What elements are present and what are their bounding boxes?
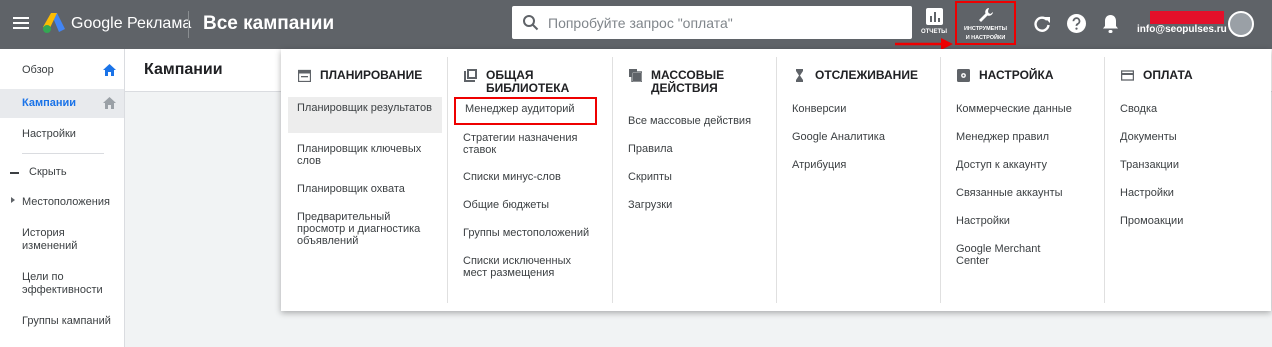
search-box[interactable] bbox=[512, 6, 912, 39]
sidebar-item-label: История изменений bbox=[22, 227, 78, 252]
menu-item-placement-exclusion-lists[interactable]: Списки исключенных мест размещения bbox=[454, 253, 594, 281]
account-email[interactable]: info@seopulses.ru bbox=[1137, 24, 1227, 35]
brand-name: Google Реклама bbox=[71, 15, 192, 32]
bar-chart-icon bbox=[925, 8, 943, 25]
sidebar-item-performance-goals[interactable]: Цели по эффективности bbox=[0, 271, 104, 297]
menu-item-transactions[interactable]: Транзакции bbox=[1111, 157, 1265, 173]
menu-item-reach-planner[interactable]: Планировщик охвата bbox=[288, 181, 442, 197]
menu-column-shared-library: ОБЩАЯ БИБЛИОТЕКА Менеджер аудиторий Стра… bbox=[447, 49, 611, 311]
sidebar-item-label: Местоположения bbox=[22, 196, 110, 208]
sidebar-item-locations[interactable]: Местоположения bbox=[0, 196, 124, 209]
bell-icon[interactable] bbox=[1102, 14, 1119, 34]
sidebar-item-campaigns[interactable]: Кампании bbox=[0, 89, 124, 118]
settings-box-icon bbox=[957, 69, 970, 82]
library-icon bbox=[464, 69, 477, 82]
menu-item-all-bulk-actions[interactable]: Все массовые действия bbox=[619, 113, 773, 129]
sidebar-item-label: Кампании bbox=[22, 97, 77, 109]
redacted-name bbox=[1150, 11, 1224, 24]
menu-item-keyword-planner[interactable]: Планировщик ключевых слов bbox=[288, 141, 442, 169]
divider bbox=[22, 153, 104, 154]
menu-item-conversions[interactable]: Конверсии bbox=[783, 101, 937, 117]
menu-column-bulk-actions: МАССОВЫЕ ДЕЙСТВИЯ Все массовые действия … bbox=[612, 49, 776, 311]
home-icon[interactable] bbox=[103, 97, 116, 109]
google-ads-logo[interactable] bbox=[42, 12, 66, 34]
sidebar-item-label: Цели по эффективности bbox=[22, 271, 103, 296]
menu-item-setup-settings[interactable]: Настройки bbox=[947, 213, 1101, 229]
menu-item-uploads[interactable]: Загрузки bbox=[619, 197, 773, 213]
menu-item-google-analytics[interactable]: Google Аналитика bbox=[783, 129, 937, 145]
menu-item-ad-preview[interactable]: Предварительный просмотр и диагностика о… bbox=[288, 209, 442, 249]
menu-item-business-data[interactable]: Коммерческие данные bbox=[947, 101, 1101, 117]
home-icon[interactable] bbox=[103, 64, 116, 76]
menu-item-summary[interactable]: Сводка bbox=[1111, 101, 1265, 117]
search-icon bbox=[523, 15, 539, 31]
sidebar-item-change-history[interactable]: История изменений bbox=[0, 227, 100, 253]
credit-card-icon bbox=[1121, 70, 1134, 81]
sidebar-item-hide[interactable]: Скрыть bbox=[0, 166, 124, 179]
wrench-icon bbox=[978, 8, 993, 22]
menu-icon[interactable] bbox=[13, 17, 29, 29]
menu-column-setup: НАСТРОЙКА Коммерческие данные Менеджер п… bbox=[940, 49, 1104, 311]
menu-column-billing: ОПЛАТА Сводка Документы Транзакции Настр… bbox=[1104, 49, 1268, 311]
menu-item-rules[interactable]: Правила bbox=[619, 141, 773, 157]
tools-label-line2: И НАСТРОЙКИ bbox=[965, 35, 1006, 41]
menu-item-promotions[interactable]: Промоакции bbox=[1111, 213, 1265, 229]
menu-item-billing-settings[interactable]: Настройки bbox=[1111, 185, 1265, 201]
sidebar-item-label: Настройки bbox=[22, 128, 76, 140]
sidebar-item-label: Группы кампаний bbox=[22, 315, 111, 327]
sidebar-item-overview[interactable]: Обзор bbox=[0, 64, 124, 77]
page-title: Кампании bbox=[144, 61, 223, 78]
menu-item-linked-accounts[interactable]: Связанные аккаунты bbox=[947, 185, 1101, 201]
search-input[interactable] bbox=[548, 6, 904, 39]
avatar[interactable] bbox=[1228, 11, 1254, 37]
sidebar-item-label: Скрыть bbox=[29, 166, 67, 178]
menu-column-tracking: ОТСЛЕЖИВАНИЕ Конверсии Google Аналитика … bbox=[776, 49, 940, 311]
menu-item-rule-manager[interactable]: Менеджер правил bbox=[947, 129, 1101, 145]
top-bar: Google Реклама Все кампании ОТЧЕТЫ ИНСТР… bbox=[0, 0, 1272, 49]
menu-item-attribution[interactable]: Атрибуция bbox=[783, 157, 937, 173]
sidebar-item-label: Обзор bbox=[22, 64, 54, 76]
hourglass-icon bbox=[796, 69, 803, 82]
tools-settings-button[interactable]: ИНСТРУМЕНТЫ И НАСТРОЙКИ bbox=[955, 1, 1016, 45]
divider bbox=[188, 11, 189, 38]
menu-item-scripts[interactable]: Скрипты bbox=[619, 169, 773, 185]
tools-label-line1: ИНСТРУМЕНТЫ bbox=[963, 26, 1008, 32]
menu-item-audience-manager[interactable]: Менеджер аудиторий bbox=[454, 97, 597, 125]
menu-column-planning: ПЛАНИРОВАНИЕ Планировщик результатов Пла… bbox=[281, 49, 445, 311]
menu-item-account-access[interactable]: Доступ к аккаунту bbox=[947, 157, 1101, 173]
menu-item-merchant-center[interactable]: Google Merchant Center bbox=[947, 241, 1067, 269]
help-icon[interactable] bbox=[1067, 14, 1086, 33]
menu-item-location-groups[interactable]: Группы местоположений bbox=[454, 225, 608, 241]
menu-item-bid-strategies[interactable]: Стратегии назначения ставок bbox=[454, 130, 608, 158]
copy-icon bbox=[629, 69, 642, 82]
tools-dropdown-menu: ПЛАНИРОВАНИЕ Планировщик результатов Пла… bbox=[281, 49, 1271, 311]
calendar-icon bbox=[298, 69, 311, 82]
refresh-icon[interactable] bbox=[1033, 15, 1051, 33]
page-heading: Все кампании bbox=[203, 13, 335, 34]
menu-item-performance-planner[interactable]: Планировщик результатов bbox=[288, 97, 442, 133]
reports-label: ОТЧЕТЫ bbox=[920, 29, 948, 35]
menu-item-negative-keyword-lists[interactable]: Списки минус-слов bbox=[454, 169, 608, 185]
sidebar-item-campaign-groups[interactable]: Группы кампаний bbox=[0, 315, 124, 328]
sidebar: Обзор Кампании Настройки Скрыть Местопол… bbox=[0, 49, 125, 347]
menu-item-shared-budgets[interactable]: Общие бюджеты bbox=[454, 197, 608, 213]
menu-item-documents[interactable]: Документы bbox=[1111, 129, 1265, 145]
sidebar-item-settings[interactable]: Настройки bbox=[0, 128, 124, 141]
